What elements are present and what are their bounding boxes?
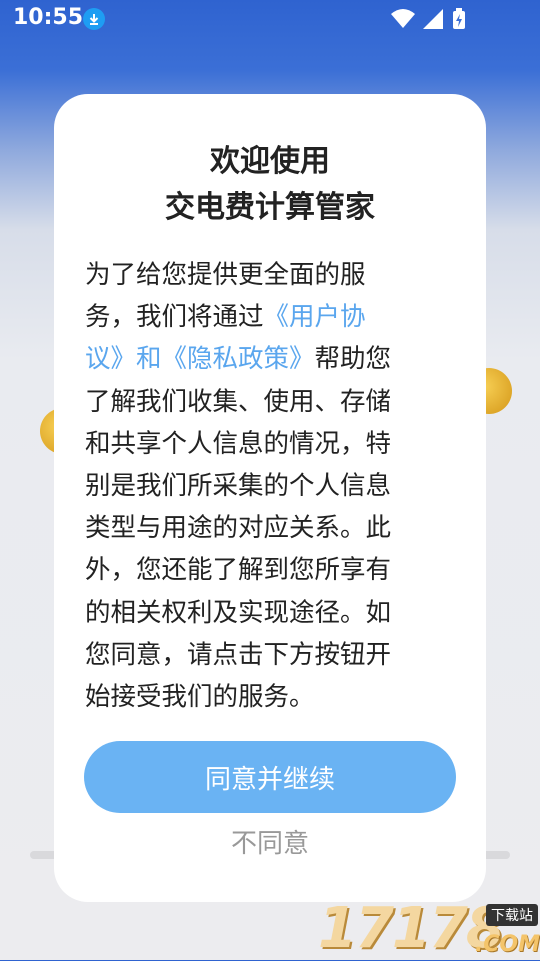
user-agreement-link-end[interactable]: 议》和 [85, 344, 162, 374]
privacy-policy-link[interactable]: 《隐私政策》 [162, 344, 315, 374]
body-line: 了解我们收集、使用、存储 [85, 386, 392, 417]
body-line: 务，我们将通过《用户协 [85, 296, 437, 338]
dialog-title-line1: 欢迎使用 [210, 144, 330, 179]
signal-icon [423, 9, 443, 29]
body-line: 外，您还能了解到您所享有 [85, 555, 392, 586]
body-segment: 帮助您 [314, 344, 392, 375]
body-line: 类型与用途的对应关系。此 [85, 513, 392, 544]
status-bar: 10:55 [0, 0, 540, 38]
body-segment: 务，我们将通过 [85, 302, 264, 333]
download-icon [83, 8, 105, 30]
body-line: 议》和《隐私政策》帮助您 [85, 338, 437, 380]
agree-continue-button[interactable]: 同意并继续 [84, 741, 456, 813]
body-line: 为了给您提供更全面的服 [85, 260, 366, 290]
watermark-domain: .COM [474, 932, 540, 957]
body-line: 始接受我们的服务。 [85, 682, 315, 713]
wifi-icon [391, 9, 415, 28]
dialog-title-line2: 交电费计算管家 [165, 190, 375, 225]
system-icons [390, 8, 500, 30]
body-line: 和共享个人信息的情况，特 [85, 428, 392, 459]
site-watermark-logo: 17178 下载站 .COM [318, 898, 540, 960]
watermark-tag: 下载站 [486, 904, 538, 926]
body-line: 的相关权利及实现途径。如 [85, 597, 392, 628]
body-line: 别是我们所采集的个人信息 [85, 471, 392, 502]
body-line: 您同意，请点击下方按钮开 [85, 639, 392, 670]
battery-charging-icon [453, 8, 465, 29]
privacy-dialog: 欢迎使用 交电费计算管家 为了给您提供更全面的服 务，我们将通过《用户协 议》和… [54, 94, 486, 902]
disagree-button[interactable]: 不同意 [54, 826, 486, 862]
user-agreement-link[interactable]: 《用户协 [264, 302, 366, 332]
status-time: 10:55 [13, 5, 84, 30]
dialog-body: 为了给您提供更全面的服 务，我们将通过《用户协 议》和《隐私政策》帮助您 了解我… [85, 254, 437, 718]
